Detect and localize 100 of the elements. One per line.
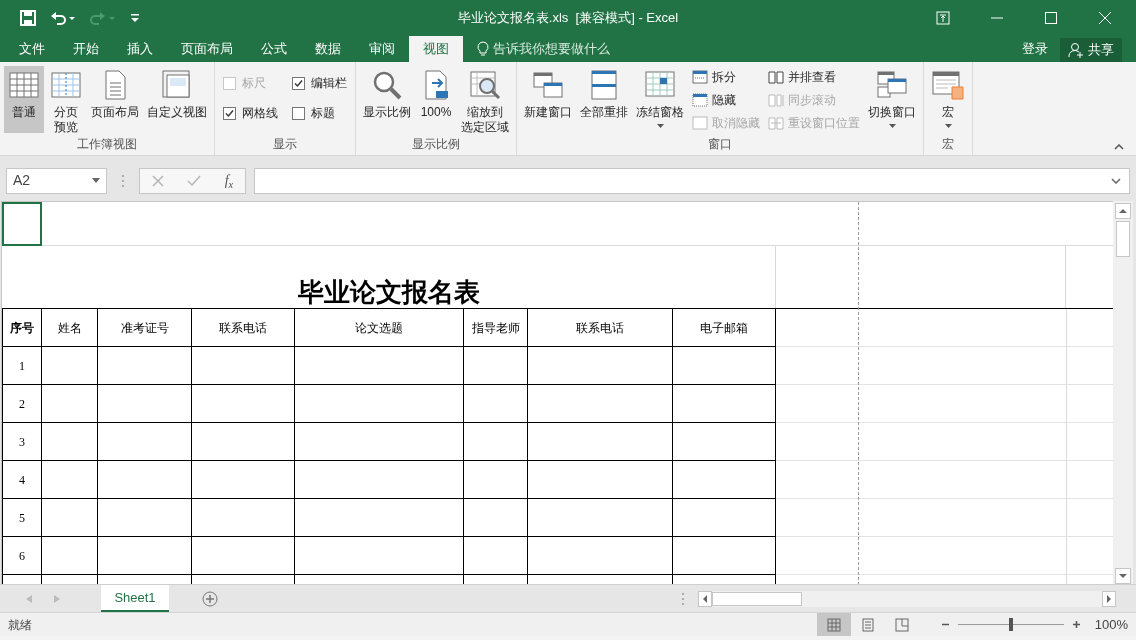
checkbox-box-icon: [223, 106, 236, 120]
caret-icon: [92, 178, 100, 183]
status-text: 就绪: [7, 616, 32, 634]
split-icon: [692, 68, 708, 85]
view-button[interactable]: [816, 613, 851, 636]
ribbon-tab[interactable]: 公式: [247, 36, 301, 62]
cancel-icon[interactable]: [151, 174, 164, 187]
reset-windows-icon: [768, 114, 784, 131]
ribbon-tab[interactable]: 开始: [59, 36, 113, 62]
ribbon-display-icon[interactable]: [936, 11, 950, 25]
grid-icon: [8, 69, 40, 101]
scroll-thumb[interactable]: [1116, 221, 1130, 257]
row-number: 1: [2, 346, 42, 385]
page-break-view-icon: [894, 617, 909, 632]
sheet-tab[interactable]: Sheet1: [101, 585, 169, 612]
group-label: 宏: [941, 136, 955, 153]
save-icon[interactable]: [20, 10, 36, 26]
row-number: 3: [2, 422, 42, 461]
checkbox[interactable]: 编辑栏: [292, 74, 347, 92]
stacked-windows-icon: [588, 69, 620, 101]
scroll-right-icon: [1102, 590, 1116, 607]
column-header: 准考证号: [97, 308, 192, 347]
selected-cell[interactable]: [2, 202, 42, 246]
ribbon-button[interactable]: 宏: [928, 66, 968, 133]
close-icon[interactable]: [1098, 11, 1112, 25]
horizontal-scrollbar[interactable]: [698, 590, 1116, 607]
tell-me-field[interactable]: 告诉我你想要做什么: [463, 36, 610, 62]
window-icon: [692, 114, 708, 131]
ribbon-button[interactable]: 全部重排: [577, 66, 631, 133]
maximize-icon[interactable]: [1044, 11, 1058, 25]
magnifier-icon: [371, 69, 403, 101]
zoom-level: 100%: [1094, 615, 1129, 634]
ribbon-tab[interactable]: 审阅: [355, 36, 409, 62]
add-sheet-icon[interactable]: [202, 590, 218, 607]
collapse-ribbon-icon[interactable]: [1114, 144, 1124, 150]
lightbulb-icon: [477, 41, 489, 57]
frames-icon: [161, 69, 193, 101]
ribbon-button[interactable]: 冻结窗格: [633, 66, 687, 133]
side-by-side-icon: [768, 68, 784, 85]
windows-icon: [532, 69, 564, 101]
checkbox[interactable]: 网格线: [223, 104, 278, 122]
scroll-left-icon: [698, 590, 712, 607]
ribbon-button[interactable]: 拆分: [692, 66, 760, 87]
windows-icon: [876, 69, 908, 101]
column-header: 电子邮箱: [672, 308, 776, 347]
magnifier-grid-icon: [469, 69, 501, 101]
checkbox[interactable]: 标题: [292, 104, 347, 122]
column-header: 联系电话: [527, 308, 673, 347]
ribbon-tab[interactable]: 插入: [113, 36, 167, 62]
window-title: 毕业论文报名表.xls [兼容模式] - Excel: [457, 9, 679, 28]
sign-in-link[interactable]: 登录: [1010, 36, 1060, 62]
ribbon-button[interactable]: 并排查看: [768, 66, 860, 87]
grip-icon: [681, 591, 685, 606]
scroll-up-icon: [1115, 203, 1131, 219]
column-header: 论文选题: [294, 308, 464, 347]
scroll-thumb[interactable]: [712, 591, 802, 606]
enter-icon[interactable]: [187, 174, 202, 187]
group-label: 工作簿视图: [76, 136, 138, 153]
ribbon-button[interactable]: 缩放到 选定区域: [458, 66, 512, 133]
ribbon-tab[interactable]: 文件: [5, 36, 59, 62]
zoom-in-icon[interactable]: [1071, 620, 1081, 629]
insert-function-button[interactable]: f$_{x}$: [224, 170, 234, 191]
person-add-icon: [1068, 42, 1084, 58]
ribbon-button[interactable]: 分页 预览: [46, 66, 86, 133]
normal-view-icon: [826, 617, 841, 632]
row-number: 2: [2, 384, 42, 423]
name-box[interactable]: A2: [6, 167, 107, 194]
page-layout-view-icon: [860, 617, 875, 632]
ribbon-tab[interactable]: 视图: [409, 36, 463, 62]
formula-input[interactable]: [254, 167, 1130, 194]
share-button[interactable]: 共享: [1060, 38, 1122, 62]
checkbox-box-icon: [223, 76, 236, 90]
ribbon-button[interactable]: 显示比例: [360, 66, 414, 133]
customize-icon[interactable]: [130, 12, 140, 24]
ribbon-tab[interactable]: 页面布局: [167, 36, 247, 62]
slider-thumb[interactable]: [1008, 618, 1013, 631]
ribbon-button[interactable]: 普通: [4, 66, 44, 133]
checkbox-box-icon: [292, 76, 305, 90]
caret-icon: [888, 124, 896, 128]
ribbon-button[interactable]: 隐藏: [692, 89, 760, 110]
ribbon-button[interactable]: 自定义视图: [144, 66, 210, 133]
ribbon-button[interactable]: 切换窗口: [865, 66, 919, 133]
zoom-slider[interactable]: [957, 618, 1064, 631]
column-header: 指导老师: [463, 308, 528, 347]
undo-icon[interactable]: [50, 10, 76, 26]
caret-icon: [944, 124, 952, 128]
ribbon-button[interactable]: 新建窗口: [521, 66, 575, 133]
scroll-sync-icon: [768, 91, 784, 108]
column-header: 联系电话: [191, 308, 295, 347]
caret-icon: [656, 124, 664, 128]
group-label: 显示比例: [411, 136, 461, 153]
column-header: 姓名: [41, 308, 98, 347]
checkbox-box-icon: [292, 106, 305, 120]
group-label: 窗口: [707, 136, 733, 153]
ribbon-tab[interactable]: 数据: [301, 36, 355, 62]
vertical-scrollbar[interactable]: [1113, 201, 1133, 584]
group-label: 显示: [272, 136, 298, 153]
ribbon-button[interactable]: 页面布局: [88, 66, 142, 133]
sheet-title: 毕业论文报名表: [297, 277, 480, 307]
ribbon-button[interactable]: 100%: [416, 66, 456, 133]
